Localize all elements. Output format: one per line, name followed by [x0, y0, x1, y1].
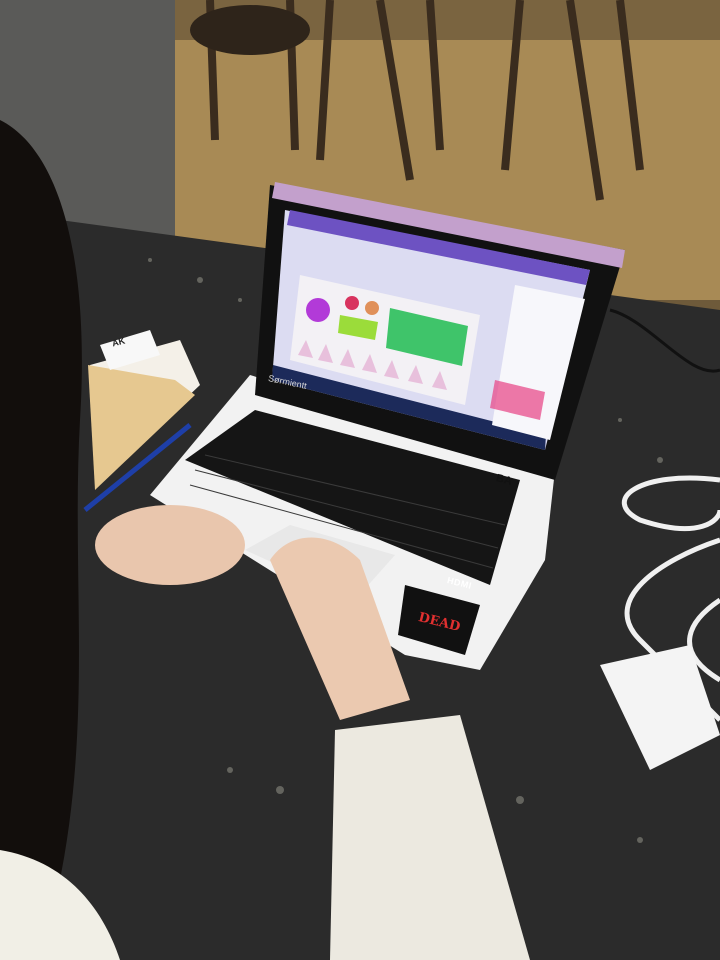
- left-hand: [95, 505, 245, 585]
- chair-seat: [190, 5, 310, 55]
- photo-scene: [0, 0, 720, 960]
- sphere-shape: [306, 298, 330, 322]
- dome-shape: [345, 296, 359, 310]
- dome-shape-2: [365, 301, 379, 315]
